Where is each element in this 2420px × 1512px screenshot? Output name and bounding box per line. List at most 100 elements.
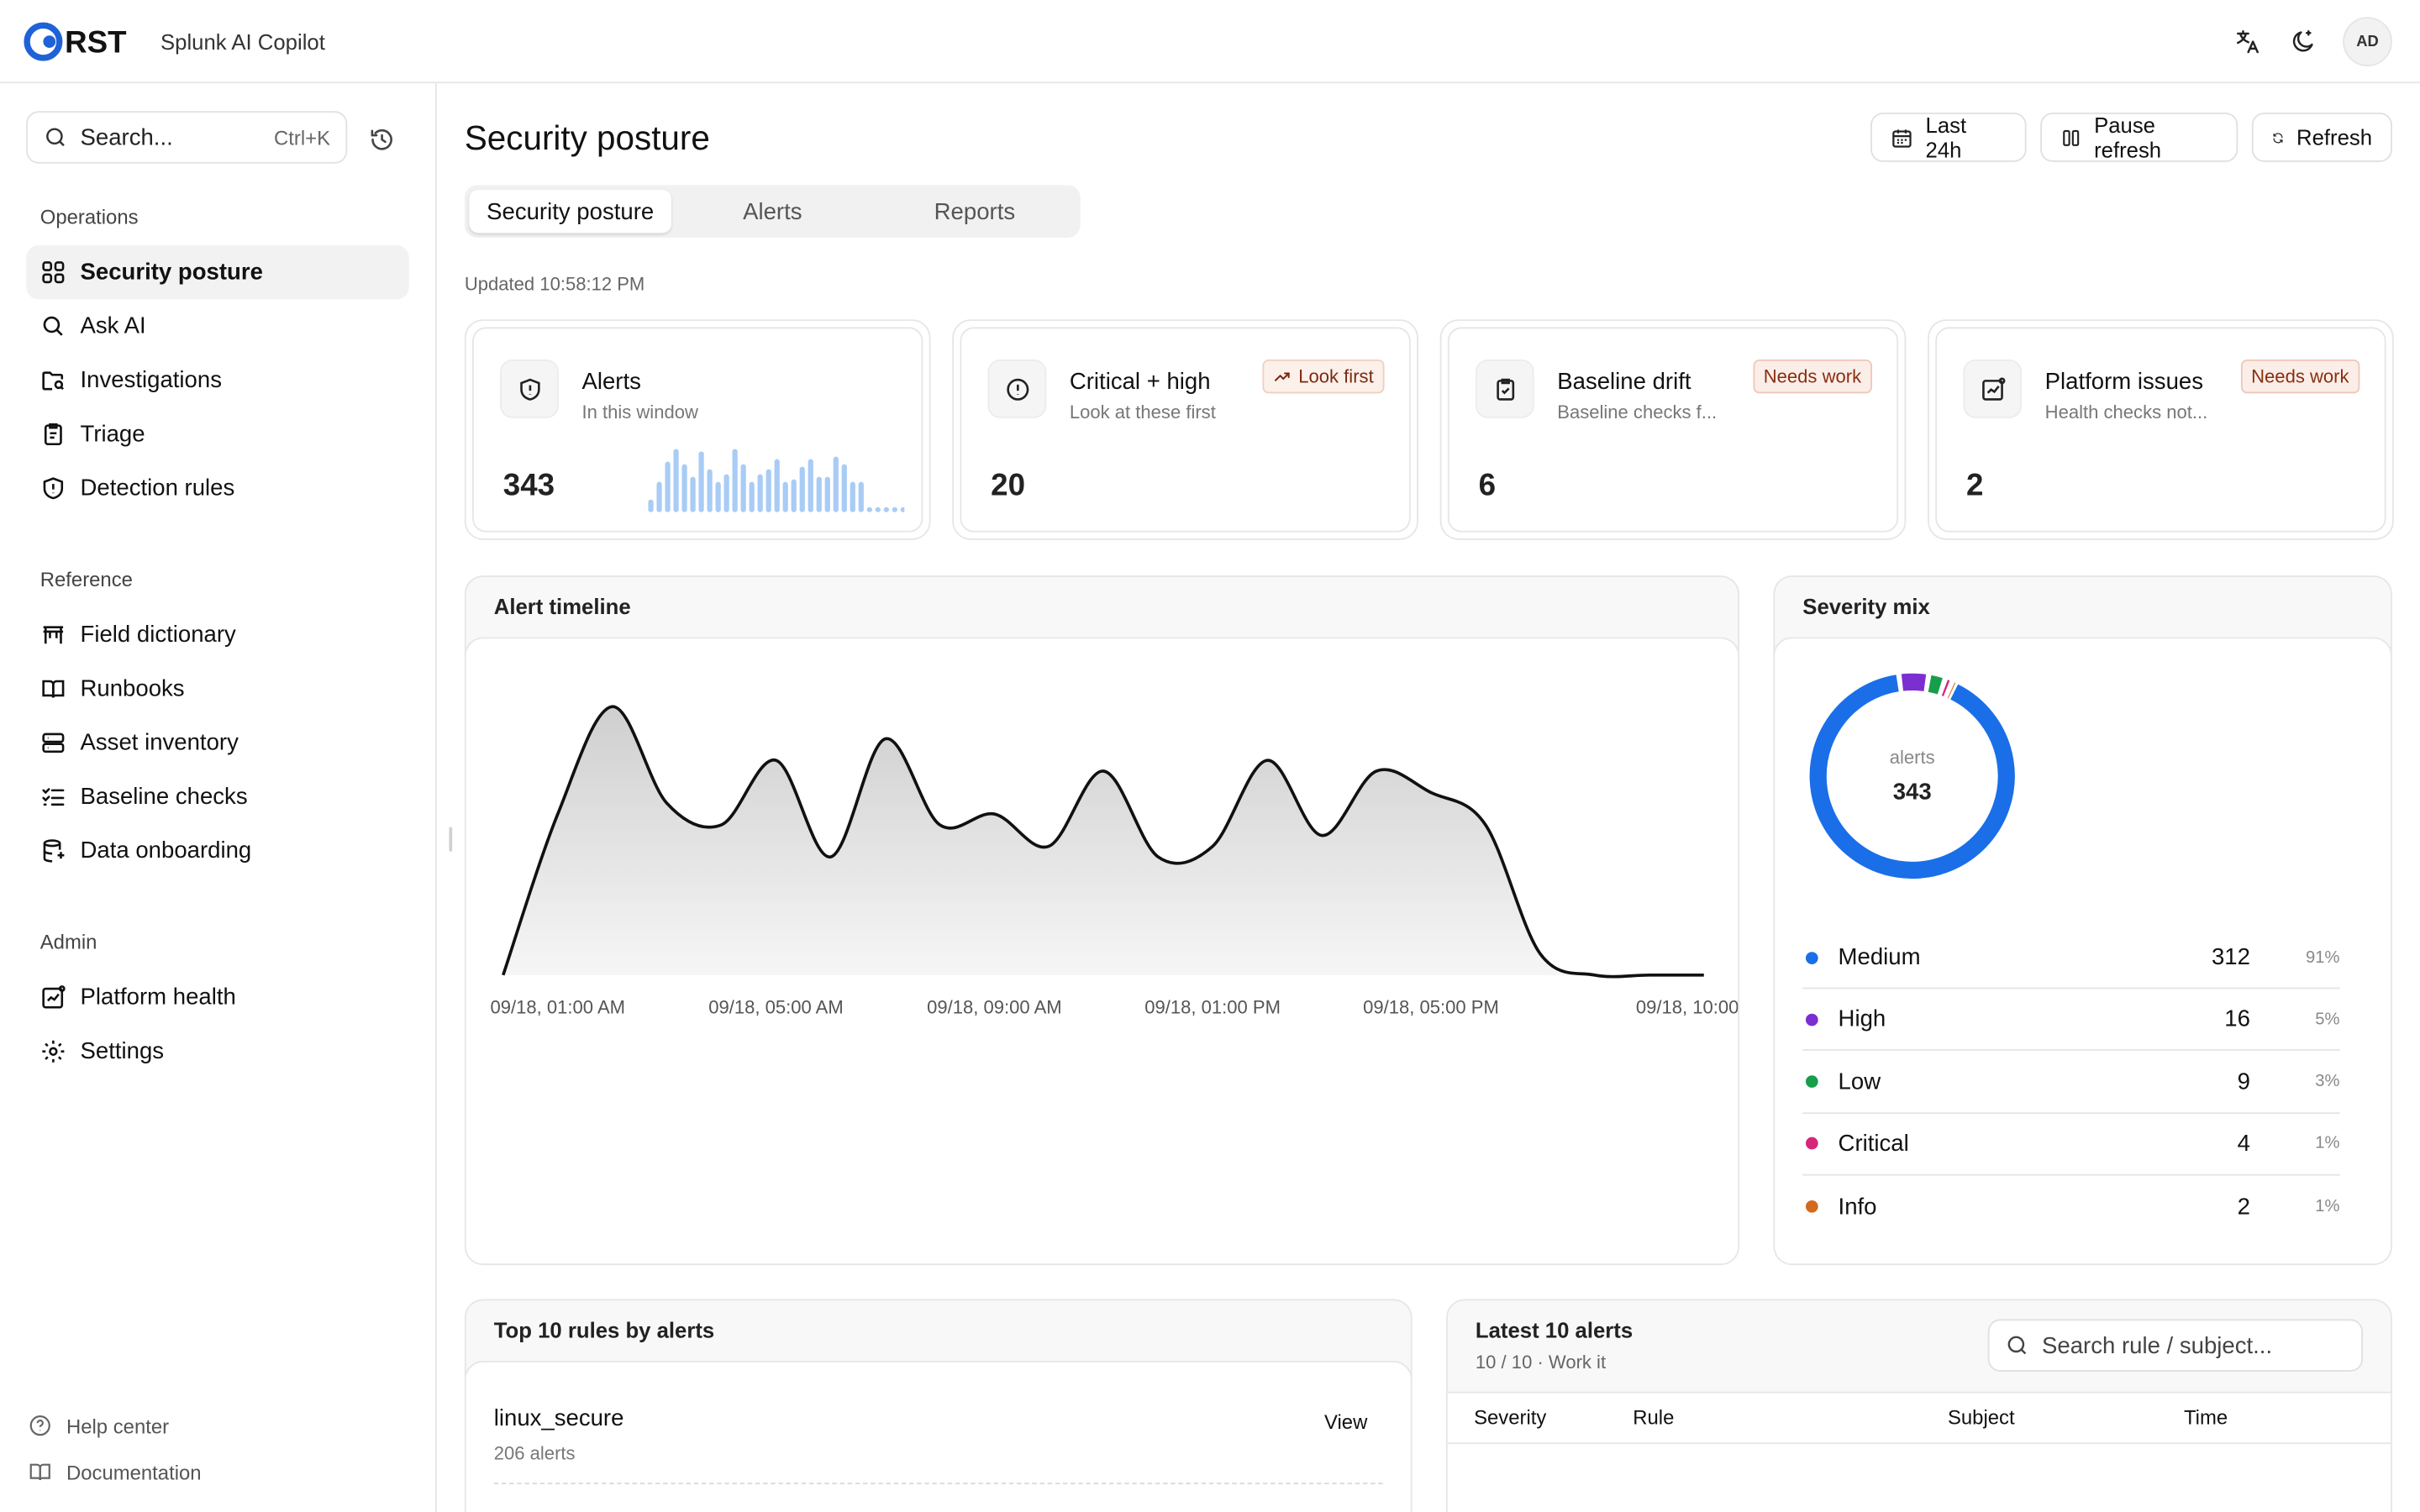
nav-section-admin: Admin [39, 930, 97, 954]
donut-slice-medium[interactable] [1809, 675, 2015, 879]
pause-refresh-button[interactable]: Pause refresh [2040, 113, 2238, 162]
nav-item-investigations[interactable]: Investigations [26, 354, 409, 407]
card-value: 2 [1966, 469, 1984, 503]
sparkline-bar [723, 474, 729, 512]
column-header-subject[interactable]: Subject [1948, 1405, 2015, 1429]
svg-text:RST: RST [65, 24, 127, 59]
rule-subject-search-input[interactable]: Search rule / subject... [1987, 1319, 2364, 1372]
x-tick-label: 09/18, 01:00 PM [1144, 997, 1281, 1018]
search-icon [43, 316, 63, 336]
severity-dot [1805, 1013, 1818, 1026]
severity-row-info[interactable]: Info 2 1% [1802, 1176, 2339, 1237]
activity-chart-icon [42, 985, 66, 1009]
sparkline-bar [875, 507, 881, 512]
brand[interactable]: RST Splunk AI Copilot [24, 20, 325, 63]
column-header-time[interactable]: Time [2184, 1405, 2228, 1429]
rule-alert-count: 206 alerts [493, 1442, 576, 1465]
x-tick-label: 09/18, 05:00 PM [1363, 997, 1499, 1018]
sparkline-bar [715, 481, 721, 512]
history-icon[interactable] [364, 122, 397, 155]
nav-section-reference: Reference [39, 567, 133, 591]
x-tick-label: 09/18, 01:00 AM [491, 997, 625, 1018]
card-subtitle: Health checks not... [2044, 401, 2208, 423]
donut-slice-critical[interactable] [1941, 680, 1950, 696]
column-header-severity[interactable]: Severity [1474, 1405, 1546, 1429]
nav-item-ask-ai[interactable]: Ask AI [26, 299, 409, 353]
nav-item-platform-health[interactable]: Platform health [26, 970, 409, 1024]
search-input[interactable]: Search... Ctrl+K [26, 111, 348, 164]
view-rule-button[interactable]: View [1324, 1410, 1367, 1434]
sparkline-bar [900, 507, 905, 512]
sparkline-bar [799, 466, 805, 512]
nav-item-field-dictionary[interactable]: Field dictionary [26, 608, 409, 662]
nav-item-security-posture[interactable]: Security posture [26, 245, 409, 300]
severity-dot [1805, 1075, 1818, 1089]
time-range-button[interactable]: Last 24h [1870, 113, 2027, 162]
column-header-rule[interactable]: Rule [1633, 1405, 1674, 1429]
nav-item-baseline-checks[interactable]: Baseline checks [26, 770, 409, 824]
sparkline-bar [850, 481, 855, 512]
activity-chart-icon [1963, 359, 2023, 418]
nav-item-settings[interactable]: Settings [26, 1025, 409, 1079]
sparkline-bar [858, 481, 864, 512]
nav-item-asset-inventory[interactable]: Asset inventory [26, 716, 409, 769]
help-center-link[interactable]: Help center [28, 1413, 169, 1437]
nav-item-detection-rules[interactable]: Detection rules [26, 461, 409, 515]
alert-timeline-chart: 09/18, 01:00 AM 09/18, 05:00 AM 09/18, 09:… [491, 705, 1739, 1018]
tab-alerts[interactable]: Alerts [671, 190, 874, 233]
x-tick-label: 09/18, 10:00 PM [1636, 997, 1739, 1018]
alerts-table-body [1447, 1444, 2391, 1512]
kpi-card-alerts[interactable]: Alerts In this window 343 [464, 319, 931, 540]
card-value: 343 [502, 469, 555, 503]
severity-percent: 91% [2306, 948, 2340, 967]
refresh-button[interactable]: Refresh [2251, 113, 2392, 162]
nav-item-triage[interactable]: Triage [26, 407, 409, 461]
severity-row-high[interactable]: High 16 5% [1802, 990, 2340, 1052]
documentation-link[interactable]: Documentation [28, 1460, 202, 1484]
refresh-label: Refresh [2296, 124, 2373, 150]
translate-icon[interactable] [2226, 18, 2269, 65]
sparkline-bar [757, 474, 763, 512]
nav-label: Triage [80, 421, 145, 448]
columns-icon [2063, 129, 2080, 145]
documentation-label: Documentation [66, 1460, 202, 1484]
card-title: Baseline drift [1557, 368, 1691, 396]
card-subtitle: Baseline checks f... [1557, 401, 1718, 423]
sparkline-bar [732, 449, 738, 512]
card-title: Critical + high [1069, 368, 1211, 396]
nav-item-data-onboarding[interactable]: Data onboarding [26, 824, 409, 878]
alerts-sparkline [648, 449, 905, 512]
top-bar: RST Splunk AI Copilot AD [0, 0, 2420, 84]
kpi-card-critical-high[interactable]: Critical + high Look at these first 20 L… [952, 319, 1418, 540]
kpi-card-baseline-drift[interactable]: Baseline drift Baseline checks f... 6 Ne… [1439, 319, 1907, 540]
look-first-badge: Look first [1263, 359, 1385, 394]
clipboard-check-icon [1475, 359, 1534, 418]
sparkline-bar [791, 479, 797, 512]
search-placeholder: Search... [80, 123, 173, 151]
user-avatar[interactable]: AD [2343, 17, 2392, 66]
donut-slice-high[interactable] [1901, 673, 1927, 691]
severity-row-critical[interactable]: Critical 4 1% [1802, 1114, 2340, 1176]
tab-reports[interactable]: Reports [874, 190, 1076, 233]
sparkline-bar [808, 459, 813, 512]
x-tick-label: 09/18, 09:00 AM [927, 997, 1061, 1018]
latest-alerts-panel: Latest 10 alerts 10 / 10 · Work it Searc… [1446, 1299, 2392, 1512]
kpi-card-platform-issues[interactable]: Platform issues Health checks not... 2 N… [1928, 319, 2394, 540]
nav-label: Security posture [80, 259, 263, 286]
sparkline-bar [883, 507, 889, 512]
tab-security-posture[interactable]: Security posture [469, 189, 671, 234]
table-icon [43, 626, 64, 644]
sparkline-bar [698, 451, 704, 512]
severity-row-medium[interactable]: Medium 312 91% [1802, 927, 2340, 990]
book-open-icon [42, 680, 65, 698]
theme-toggle-icon[interactable] [2281, 18, 2324, 65]
sidebar: Search... Ctrl+K Operations Security pos… [0, 83, 437, 1512]
tab-bar: Security posture Alerts Reports [464, 185, 1081, 238]
help-center-label: Help center [66, 1414, 170, 1437]
alert-circle-icon [987, 359, 1047, 418]
severity-row-low[interactable]: Low 9 3% [1802, 1052, 2340, 1114]
severity-percent: 1% [2315, 1197, 2340, 1216]
donut-slice-low[interactable] [1928, 675, 1943, 695]
nav-item-runbooks[interactable]: Runbooks [26, 662, 409, 716]
severity-count: 2 [2237, 1194, 2250, 1221]
